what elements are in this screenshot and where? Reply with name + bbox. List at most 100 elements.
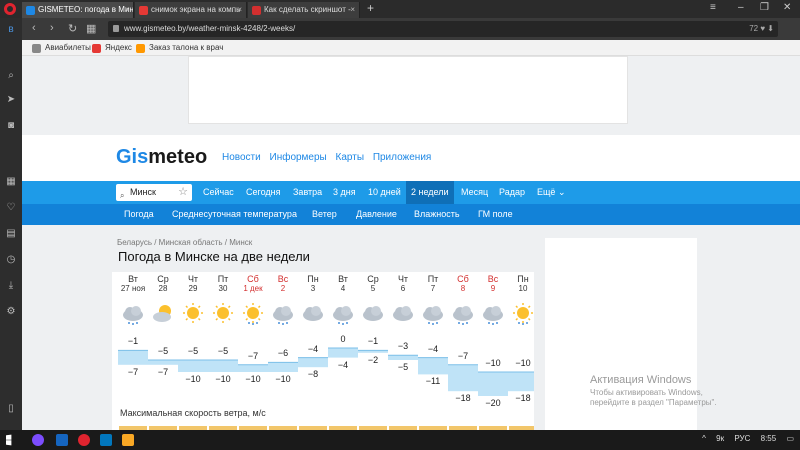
tab-today[interactable]: Сегодня	[241, 181, 286, 204]
nav-informers[interactable]: Информеры	[270, 152, 327, 163]
bookmark-talon[interactable]: Заказ талона к врач	[136, 42, 223, 54]
reload-icon[interactable]: ↻	[68, 22, 77, 35]
tab-2-weeks[interactable]: 2 недели	[406, 181, 454, 204]
vk-icon[interactable]: в	[5, 24, 17, 36]
cloud-icon	[301, 302, 325, 326]
cloud-snow-icon	[121, 302, 145, 326]
breadcrumb-city[interactable]: Минск	[229, 238, 252, 247]
tab-3-days[interactable]: 3 дня	[328, 181, 361, 204]
gismeteo-logo[interactable]: Gismeteo	[116, 146, 207, 169]
tray-network[interactable]: 9к	[716, 434, 724, 443]
tab-yandex[interactable]: снимок экрана на компь ×	[135, 2, 247, 18]
close-tab-icon[interactable]: ×	[237, 2, 242, 18]
breadcrumb-country[interactable]: Беларусь	[117, 238, 152, 247]
send-icon[interactable]: ➤	[5, 94, 17, 106]
tray-language[interactable]: РУС	[734, 434, 750, 443]
day-name: Пн	[307, 274, 319, 284]
temp-min: −8	[307, 369, 319, 380]
subtab-humidity[interactable]: Влажность	[414, 204, 460, 225]
temp-max: −6	[277, 348, 289, 359]
temp-range-bar	[508, 372, 534, 392]
sun-cloud-icon	[151, 302, 175, 326]
news-icon[interactable]: ▤	[5, 228, 17, 240]
nav-news[interactable]: Новости	[222, 152, 261, 163]
tab-month[interactable]: Месяц	[456, 181, 493, 204]
close-tab-icon[interactable]: ×	[124, 2, 129, 18]
day-name: Чт	[397, 274, 409, 284]
nav-maps[interactable]: Карты	[336, 152, 365, 163]
search-icon[interactable]: ⌕	[5, 70, 17, 82]
tab-menu-icon[interactable]: ≡	[710, 2, 716, 13]
speed-dial-icon[interactable]: ▦	[5, 176, 17, 188]
address-bar[interactable]: www.gismeteo.by/weather-minsk-4248/2-wee…	[108, 21, 778, 37]
tray-chevron-icon[interactable]: ^	[702, 434, 706, 443]
site-nav: Новости Информеры Карты Приложения	[222, 152, 437, 163]
day-date: 4	[340, 284, 346, 293]
forward-icon[interactable]: ›	[50, 22, 54, 34]
tab-gismeteo[interactable]: GISMETEO: погода в Мин ×	[22, 2, 134, 18]
history-icon[interactable]: ◷	[5, 254, 17, 266]
bookmark-yandex[interactable]: Яндекс	[92, 42, 132, 54]
breadcrumb-region[interactable]: Минская область	[159, 238, 223, 247]
plane-icon	[32, 44, 41, 53]
subtab-wind[interactable]: Ветер	[312, 204, 337, 225]
opera-logo-icon[interactable]	[4, 3, 16, 15]
cortana-icon[interactable]	[32, 434, 44, 446]
temp-max: −5	[187, 346, 199, 356]
favorite-star-icon[interactable]: ☆	[178, 184, 188, 201]
sidebar-toggle-icon[interactable]: ▯	[5, 403, 17, 415]
city-search-input[interactable]: ⌕ Минск ☆	[116, 184, 192, 201]
camera-icon[interactable]: ◙	[5, 120, 17, 132]
temp-max: −4	[427, 343, 439, 354]
tab-screenshot-howto[interactable]: Как сделать скриншот - ×	[248, 2, 360, 18]
speed-dial-icon[interactable]: ▦	[86, 22, 96, 35]
notifications-icon[interactable]: ▭	[786, 434, 794, 443]
subtab-gm-field[interactable]: ГМ поле	[478, 204, 513, 225]
tray-clock[interactable]: 8:55	[761, 434, 777, 443]
tab-now[interactable]: Сейчас	[198, 181, 239, 204]
close-window-icon[interactable]: ✕	[783, 2, 791, 13]
close-tab-icon[interactable]: ×	[350, 2, 355, 18]
opera-taskbar-icon[interactable]	[78, 434, 90, 446]
tab-10-days[interactable]: 10 дней	[363, 181, 406, 204]
tab-more[interactable]: Ещё ⌄	[532, 181, 570, 204]
settings-icon[interactable]: ⚙	[5, 306, 17, 318]
page-title: Погода в Минске на две недели	[118, 249, 310, 264]
tab-tomorrow[interactable]: Завтра	[288, 181, 327, 204]
tab-more-label: Ещё	[537, 187, 556, 197]
breadcrumb: Беларусь / Минская область / Минск	[117, 238, 253, 247]
downloads-icon[interactable]: ⤓	[5, 280, 17, 292]
new-tab-button[interactable]: +	[367, 1, 374, 15]
bookmark-favicon-icon	[136, 44, 145, 53]
subtab-weather[interactable]: Погода	[124, 204, 154, 225]
temp-min: −18	[515, 393, 531, 404]
windows-start-icon[interactable]	[6, 434, 12, 446]
back-icon[interactable]: ‹	[32, 22, 36, 34]
subtab-avg-temp[interactable]: Среднесуточная температура	[172, 204, 297, 225]
word-icon[interactable]	[100, 434, 112, 446]
save-app-icon[interactable]	[56, 434, 68, 446]
day-date: 3	[310, 284, 316, 293]
sun-snow-icon	[241, 302, 265, 326]
heart-icon[interactable]: ♡	[5, 202, 17, 214]
maximize-icon[interactable]: ❐	[760, 2, 769, 13]
file-explorer-icon[interactable]	[122, 434, 134, 446]
bookmark-aviabilety[interactable]: Авиабилеты	[32, 42, 91, 54]
minimize-icon[interactable]: –	[738, 2, 744, 13]
bookmark-label: Яндекс	[105, 43, 132, 52]
nav-apps[interactable]: Приложения	[373, 152, 432, 163]
url-text: www.gismeteo.by/weather-minsk-4248/2-wee…	[124, 24, 296, 33]
adblock-counter[interactable]: 72 ♥ ⬇	[749, 21, 774, 37]
temp-min: −5	[397, 362, 409, 372]
tab-bar: GISMETEO: погода в Мин × снимок экрана н…	[0, 0, 800, 18]
temp-max: 0	[340, 334, 346, 344]
subtab-pressure[interactable]: Давление	[356, 204, 397, 225]
temp-max: −1	[127, 336, 139, 347]
temp-min: −11	[425, 376, 441, 387]
tab-radar[interactable]: Радар	[494, 181, 530, 204]
cloud-snow-icon	[331, 302, 355, 326]
sun-snow-icon	[511, 302, 534, 326]
tab-label: GISMETEO: погода в Мин	[38, 5, 134, 14]
day-name: Пт	[217, 274, 229, 284]
bookmark-label: Авиабилеты	[45, 43, 91, 52]
